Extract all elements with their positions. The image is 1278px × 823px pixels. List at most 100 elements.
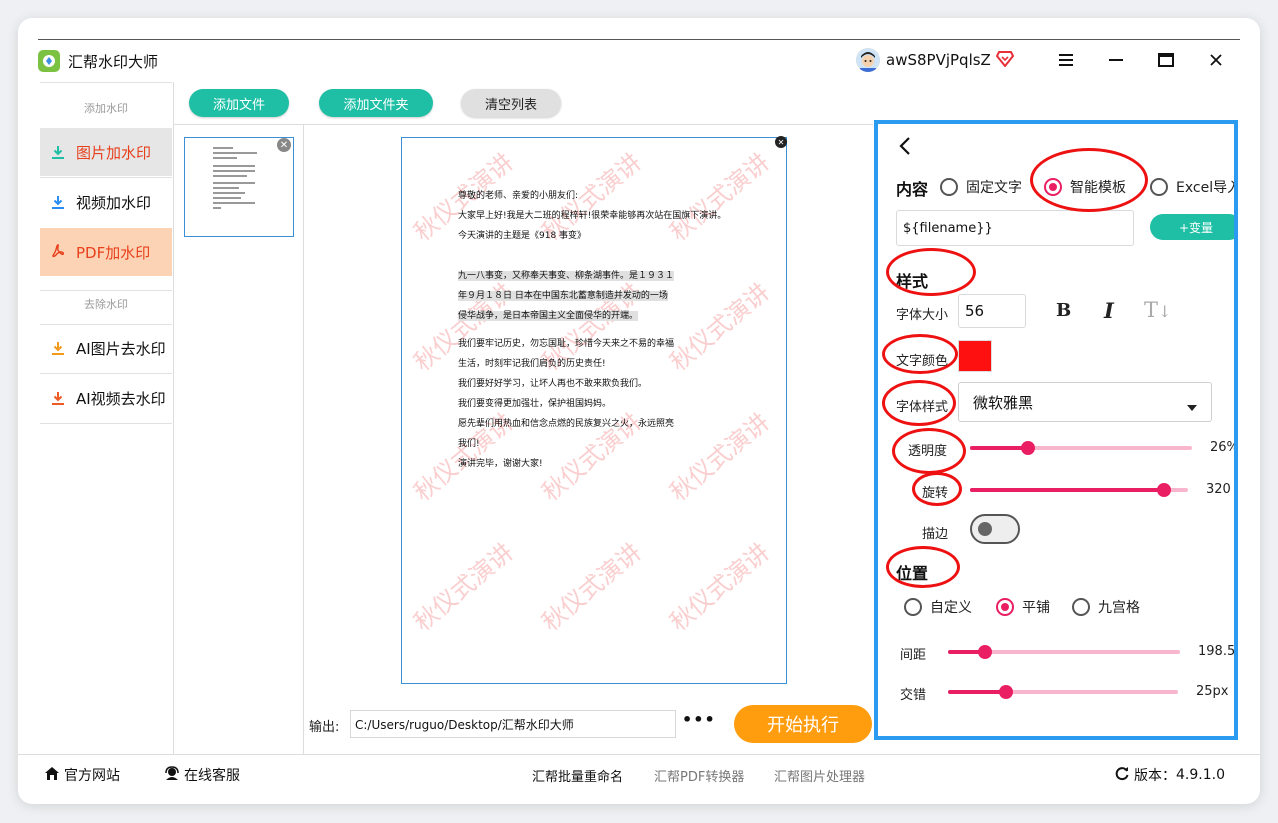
username[interactable]: awS8PVjPqlsZ <box>886 51 991 69</box>
sidebar-item-ai-image-remove[interactable]: AI图片去水印 <box>40 324 172 372</box>
content-heading: 内容 <box>896 180 929 199</box>
spacing-value: 198.5 <box>1198 644 1236 659</box>
document-text: 尊敬的老师、亲爱的小朋友们: 大家早上好!我是大二班的程梓轩!很荣幸能够再次站在… <box>458 186 738 474</box>
spacing-label: 间距 <box>900 648 927 663</box>
official-website-link[interactable]: 官方网站 <box>44 765 120 785</box>
output-path-input[interactable] <box>350 710 676 738</box>
avatar[interactable] <box>856 48 880 72</box>
doc-highlight-line: 年９月１８日 日本在中国东北蓄意制造并发动的一场 <box>458 291 668 301</box>
footer-label: 在线客服 <box>184 768 240 784</box>
close-icon[interactable] <box>1202 46 1230 74</box>
pdf-icon <box>50 244 66 260</box>
radio-label: 自定义 <box>930 600 972 616</box>
stagger-label: 交错 <box>900 688 927 703</box>
clear-list-button[interactable]: 清空列表 <box>461 89 561 117</box>
font-style-select[interactable]: 微软雅黑 <box>958 382 1212 422</box>
document-preview: 秋仪式演讲 秋仪式演讲 秋仪式演讲 秋仪式演讲 秋仪式演讲 秋仪式演讲 秋仪式演讲 秋仪式演讲… <box>401 137 787 684</box>
minimize-icon[interactable] <box>1102 46 1130 74</box>
sidebar-item-label: 图片加水印 <box>76 143 152 162</box>
home-icon <box>44 766 60 785</box>
strike-label: T <box>1144 298 1159 322</box>
thumbnail-preview <box>213 147 257 209</box>
opacity-value: 26% <box>1210 440 1238 455</box>
font-size-input[interactable] <box>958 294 1026 328</box>
radio-label: Excel导入 <box>1176 180 1238 196</box>
content-option-fixed-text[interactable]: 固定文字 <box>940 177 1022 197</box>
template-input[interactable] <box>896 210 1134 246</box>
radio-circle <box>996 598 1014 616</box>
annotation-ring <box>882 334 958 374</box>
annotation-ring <box>1030 148 1148 212</box>
radio-label: 九宫格 <box>1098 600 1140 616</box>
text-color-swatch[interactable] <box>958 340 992 372</box>
maximize-icon[interactable] <box>1152 46 1180 74</box>
radio-circle <box>1150 178 1168 196</box>
ai-video-remove-icon <box>50 390 66 406</box>
hamburger-menu-icon[interactable] <box>1052 46 1080 74</box>
spacing-slider[interactable] <box>948 645 1180 659</box>
sidebar-item-pdf-watermark[interactable]: PDF加水印 <box>40 228 172 276</box>
sidebar-item-ai-video-remove[interactable]: AI视频去水印 <box>40 374 172 422</box>
app-logo-icon <box>38 50 60 72</box>
version-info[interactable]: 版本： 4.9.1.0 <box>1114 765 1225 785</box>
position-option-tile[interactable]: 平铺 <box>996 597 1050 617</box>
doc-line: 我们要好好学习，让坏人再也不敢来欺负我们。 <box>458 379 648 389</box>
annotation-ring <box>886 546 960 588</box>
sidebar-item-label: AI图片去水印 <box>76 339 166 358</box>
stagger-value: 25px <box>1196 684 1229 699</box>
stroke-toggle[interactable] <box>970 514 1020 544</box>
doc-line: 我们要牢记历史，勿忘国耻，珍惜今天来之不易的幸福 <box>458 339 675 349</box>
caret-down-icon <box>1187 397 1197 415</box>
section-label-add: 添加水印 <box>84 102 128 115</box>
position-option-custom[interactable]: 自定义 <box>904 597 972 617</box>
sidebar-item-image-watermark[interactable]: 图片加水印 <box>40 128 172 176</box>
version-label: 版本： <box>1134 768 1176 784</box>
doc-highlight-line: 侵华战争，是日本帝国主义全面侵华的开端。 <box>458 311 639 321</box>
remove-file-icon[interactable]: ✕ <box>277 138 291 152</box>
batch-rename-link[interactable]: 汇帮批量重命名 <box>532 766 623 785</box>
pdf-converter-link[interactable]: 汇帮PDF转换器 <box>654 766 744 785</box>
font-size-label: 字体大小 <box>896 308 949 323</box>
online-service-link[interactable]: 在线客服 <box>164 765 240 785</box>
close-preview-icon[interactable]: ✕ <box>775 136 787 148</box>
refresh-icon <box>1114 765 1130 785</box>
more-options-button[interactable]: ••• <box>682 710 716 729</box>
add-file-button[interactable]: 添加文件 <box>189 89 289 117</box>
add-variable-button[interactable]: +变量 <box>1150 214 1234 240</box>
annotation-ring <box>892 428 966 474</box>
sidebar-item-video-watermark[interactable]: 视频加水印 <box>40 178 172 226</box>
settings-panel: 内容 固定文字 智能模板 Excel导入 +变量 样式 字体大小 B I T↓ … <box>874 120 1238 740</box>
app-window: 汇帮水印大师 awS8PVjPqlsZ 添加水印 图片加水印 视频加水印 PDF… <box>18 18 1260 804</box>
radio-circle <box>1072 598 1090 616</box>
radio-circle <box>904 598 922 616</box>
image-processor-link[interactable]: 汇帮图片处理器 <box>774 766 865 785</box>
italic-button[interactable]: I <box>1104 298 1114 323</box>
bold-button[interactable]: B <box>1056 300 1071 321</box>
file-thumbnail[interactable] <box>184 137 294 237</box>
position-option-grid[interactable]: 九宫格 <box>1072 597 1140 617</box>
app-title: 汇帮水印大师 <box>68 53 159 71</box>
sidebar-item-label: 视频加水印 <box>76 193 152 212</box>
rotation-slider[interactable] <box>970 483 1188 497</box>
doc-line: 尊敬的老师、亲爱的小朋友们: <box>458 191 579 201</box>
file-list-border <box>303 124 304 754</box>
content-option-excel-import[interactable]: Excel导入 <box>1150 177 1238 197</box>
watermark-tile: 秋仪式演讲 <box>408 538 519 637</box>
chevron-left-icon[interactable] <box>898 136 912 160</box>
watermark-tile: 秋仪式演讲 <box>536 538 647 637</box>
opacity-slider[interactable] <box>970 441 1192 455</box>
annotation-ring <box>882 380 956 426</box>
doc-line: 演讲完毕，谢谢大家! <box>458 459 543 469</box>
doc-line: 我们要变得更加强壮，保护祖国妈妈。 <box>458 399 612 409</box>
sidebar-item-label: AI视频去水印 <box>76 389 166 408</box>
radio-circle <box>940 178 958 196</box>
start-button[interactable]: 开始执行 <box>734 705 872 743</box>
ai-image-remove-icon <box>50 340 66 356</box>
stagger-slider[interactable] <box>948 685 1178 699</box>
annotation-ring <box>886 248 976 296</box>
add-folder-button[interactable]: 添加文件夹 <box>319 89 433 117</box>
section-label-remove: 去除水印 <box>84 298 128 311</box>
sidebar-item-label: PDF加水印 <box>76 243 151 262</box>
strikethrough-button[interactable]: T↓ <box>1144 298 1171 322</box>
sidebar-divider <box>40 423 172 424</box>
